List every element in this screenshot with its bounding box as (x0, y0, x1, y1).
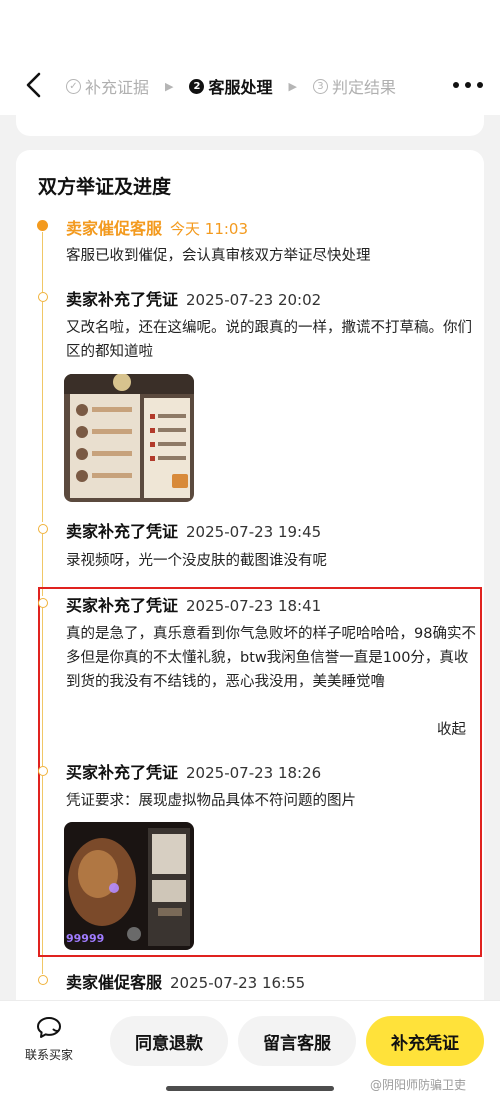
check-circle-icon: ✓ (66, 78, 81, 94)
event-time: 今天 11:03 (170, 220, 249, 238)
event-time: 2025-07-23 20:02 (186, 291, 322, 309)
timeline-dot (38, 766, 48, 776)
message-service-button[interactable]: 留言客服 (238, 1016, 356, 1066)
event-header: 卖家补充了凭证 2025-07-23 19:45 (66, 518, 321, 542)
progress-steps: ✓ 补充证据 ▶ 2 客服处理 ▶ 3 判定结果 (66, 74, 396, 98)
collapse-link[interactable]: 收起 (437, 718, 466, 739)
timeline-dot-active (37, 220, 48, 231)
event-text: 客服已收到催促，会认真审核双方举证尽快处理 (66, 248, 371, 264)
step-arrow-icon: ▶ (165, 79, 174, 93)
timeline-line (42, 302, 43, 522)
timeline-dot (38, 524, 48, 534)
timeline-dot (38, 975, 48, 985)
more-options-icon[interactable] (453, 78, 483, 92)
event-time: 2025-07-23 16:55 (170, 974, 306, 992)
event-header: 买家补充了凭证 2025-07-23 18:41 (66, 592, 321, 616)
event-time: 2025-07-23 18:41 (186, 597, 322, 615)
event-actor: 买家补充了凭证 (66, 596, 179, 615)
step-judgement-result: 3 判定结果 (312, 74, 396, 98)
event-actor: 卖家催促客服 (66, 973, 163, 992)
event-time: 2025-07-23 19:45 (186, 523, 322, 541)
event-actor: 卖家补充了凭证 (66, 522, 179, 541)
step-label: 客服处理 (208, 78, 273, 97)
timeline-line (42, 232, 43, 292)
timeline-dot (38, 598, 48, 608)
evidence-image[interactable] (64, 374, 194, 502)
section-title: 双方举证及进度 (38, 176, 172, 198)
game-screenshot-image (64, 374, 194, 502)
step-arrow-icon: ▶ (288, 79, 297, 93)
event-text: 又改名啦，还在这编呢。说的跟真的一样，撒谎不打草稿。你们区的都知道啦 (66, 320, 472, 360)
add-evidence-button[interactable]: 补充凭证 (366, 1016, 484, 1066)
step-label: 判定结果 (331, 78, 396, 97)
event-actor: 卖家催促客服 (66, 219, 163, 238)
home-indicator (166, 1086, 334, 1091)
event-text: 凭证要求：展现虚拟物品具体不符问题的图片 (66, 793, 356, 809)
event-text: 真的是急了，真乐意看到你气急败坏的样子呢哈哈哈，98确实不多但是你真的不太懂礼貌… (66, 626, 476, 690)
event-header: 卖家催促客服 今天 11:03 (66, 215, 248, 239)
event-actor: 买家补充了凭证 (66, 763, 179, 782)
game-screenshot-image: 99999 (64, 822, 194, 950)
event-text: 录视频呀，光一个没皮肤的截图谁没有呢 (66, 553, 327, 569)
number-overlay: 99999 (66, 932, 104, 945)
step-number-badge: 2 (189, 78, 205, 94)
event-actor: 卖家补充了凭证 (66, 290, 179, 309)
step-supplement-evidence: ✓ 补充证据 (66, 74, 149, 98)
back-arrow-icon (26, 72, 41, 98)
back-button[interactable] (22, 72, 48, 98)
contact-buyer-label: 联系买家 (24, 1048, 73, 1062)
evidence-image[interactable]: 99999 (64, 822, 194, 950)
contact-buyer-button[interactable]: 联系买家 (18, 1016, 80, 1063)
status-card (16, 100, 484, 136)
timeline-dot (38, 292, 48, 302)
watermark-text: @阴阳师防骗卫吏 (370, 1078, 467, 1092)
event-time: 2025-07-23 18:26 (186, 764, 322, 782)
event-header: 卖家催促客服 2025-07-23 16:55 (66, 969, 305, 993)
event-header: 卖家补充了凭证 2025-07-23 20:02 (66, 286, 321, 310)
step-service-processing: 2 客服处理 (189, 74, 273, 98)
chat-bubble-icon (37, 1017, 61, 1038)
event-header: 买家补充了凭证 2025-07-23 18:26 (66, 759, 321, 783)
step-number-badge: 3 (312, 78, 328, 94)
agree-refund-button[interactable]: 同意退款 (110, 1016, 228, 1066)
step-label: 补充证据 (85, 78, 150, 97)
